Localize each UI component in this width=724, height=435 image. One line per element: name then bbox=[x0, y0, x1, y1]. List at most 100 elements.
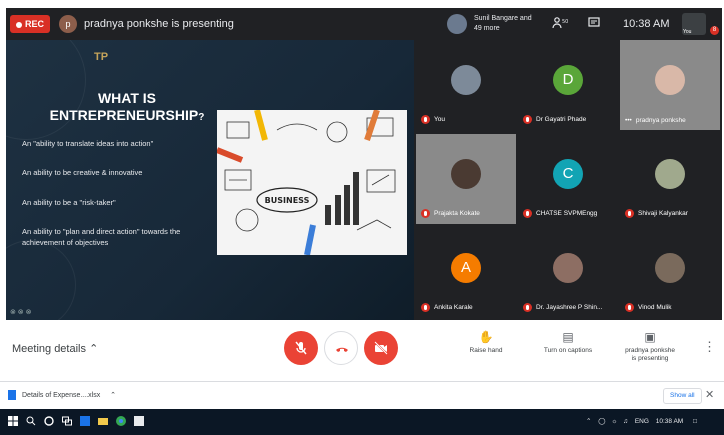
meeting-details-label: Meeting details bbox=[12, 343, 86, 355]
participant-name-wrap: Vinod Mulik bbox=[625, 303, 671, 312]
app-icon[interactable] bbox=[134, 416, 144, 426]
svg-text:50: 50 bbox=[562, 19, 568, 25]
mic-off-icon bbox=[421, 115, 430, 124]
presenting-status: pradnya ponkshe is presenting bbox=[84, 18, 234, 30]
download-item[interactable]: Details of Expense....xlsx ⌃ bbox=[8, 390, 116, 400]
slide-footer: ⊗ ⊗ ⊗ bbox=[10, 309, 32, 316]
participant-avatar: C bbox=[553, 159, 583, 189]
participant-avatar: D bbox=[553, 65, 583, 95]
participant-tile[interactable]: Shivaji Kalyankar bbox=[620, 134, 720, 224]
cortana-icon[interactable] bbox=[44, 416, 54, 426]
speaking-icon: ••• bbox=[625, 117, 632, 124]
participant-tile[interactable]: Prajakta Kokate bbox=[416, 134, 516, 224]
edge-icon[interactable] bbox=[80, 416, 90, 426]
captions-label: Turn on captions bbox=[543, 347, 593, 354]
mic-off-icon bbox=[421, 303, 430, 312]
taskbar-clock[interactable]: 10:38 AM bbox=[656, 418, 683, 425]
chrome-icon[interactable] bbox=[116, 416, 126, 426]
participant-name-wrap: You bbox=[421, 115, 445, 124]
slide-bullet: An ability to be creative & innovative bbox=[22, 168, 143, 177]
more-options-icon[interactable]: ⋮ bbox=[703, 339, 716, 355]
mic-off-icon bbox=[421, 209, 430, 218]
participant-tile[interactable]: A Ankita Karale bbox=[416, 228, 516, 318]
people-summary[interactable]: Sunil Bangare and 49 more bbox=[474, 14, 534, 34]
download-bar: Details of Expense....xlsx ⌃ Show all ✕ bbox=[0, 381, 724, 409]
participant-video bbox=[451, 159, 481, 189]
participants-grid: You D Dr Gayatri Phade ••• pradnya ponksh… bbox=[414, 40, 722, 320]
slide-title-line2-wrap: ENTREPRENEURSHIP? bbox=[32, 107, 222, 126]
participant-name-wrap: ••• pradnya ponkshe bbox=[625, 117, 686, 124]
slide-title-suffix: ? bbox=[198, 112, 205, 123]
participant-tile[interactable]: C CHATSE SVPMEngg bbox=[518, 134, 618, 224]
participant-avatar bbox=[655, 159, 685, 189]
slide-bullet: An ability to be a "risk-taker" bbox=[22, 198, 116, 207]
meeting-clock: 10:38 AM bbox=[623, 18, 670, 30]
wifi-icon[interactable]: ☼ bbox=[611, 418, 617, 425]
self-view-tile[interactable]: You bbox=[682, 13, 706, 35]
leave-call-button[interactable] bbox=[324, 331, 358, 365]
windows-taskbar: ⌃ ◯ ☼ ♫ ENG 10:38 AM □ bbox=[0, 409, 724, 435]
windows-start-icon[interactable] bbox=[8, 416, 18, 426]
slide-title-line1: WHAT IS bbox=[97, 90, 157, 106]
slide-title-line2: ENTREPRENEURSHIP bbox=[49, 107, 199, 123]
captions-button[interactable]: ▤ Turn on captions bbox=[528, 330, 608, 355]
participant-name-wrap: Dr. Jayashree P Shin... bbox=[523, 303, 602, 312]
participant-name: Ankita Karale bbox=[434, 304, 473, 312]
presenter-avatar: p bbox=[59, 15, 77, 33]
notifications-icon[interactable]: □ bbox=[693, 418, 697, 425]
chat-icon[interactable] bbox=[588, 17, 600, 32]
participant-name: pradnya ponkshe bbox=[635, 117, 686, 124]
mic-off-icon bbox=[295, 341, 307, 355]
participant-tile[interactable]: Dr. Jayashree P Shin... bbox=[518, 228, 618, 318]
participant-tile[interactable]: ••• pradnya ponkshe bbox=[620, 40, 720, 130]
presenting-label-2: is presenting bbox=[631, 355, 669, 362]
participant-name: Prajakta Kokate bbox=[434, 210, 480, 218]
participant-name: Dr Gayatri Phade bbox=[536, 116, 587, 124]
participant-avatar: A bbox=[451, 253, 481, 283]
participant-name: Dr. Jayashree P Shin... bbox=[536, 304, 603, 312]
presenting-label-1: pradnya ponkshe bbox=[625, 347, 675, 354]
recording-badge: REC bbox=[10, 15, 51, 33]
participant-name-wrap: Prajakta Kokate bbox=[421, 209, 480, 218]
presentation-slide: TP WHAT IS ENTREPRENEURSHIP? An "ability… bbox=[6, 40, 414, 320]
presenting-button[interactable]: ▣ pradnya ponkshe is presenting bbox=[610, 330, 690, 363]
show-all-button[interactable]: Show all bbox=[663, 388, 702, 404]
notification-badge: 8 bbox=[710, 26, 719, 35]
tray-app-icon[interactable]: ◯ bbox=[598, 418, 605, 425]
mic-off-icon bbox=[523, 303, 532, 312]
hang-up-icon bbox=[336, 347, 348, 352]
participant-name: CHATSE SVPMEngg bbox=[536, 210, 598, 218]
meet-window: REC p pradnya ponkshe is presenting Suni… bbox=[0, 0, 724, 435]
participant-tile[interactable]: Vinod Mulik bbox=[620, 228, 720, 318]
meeting-details-button[interactable]: Meeting details ⌃ bbox=[12, 342, 98, 355]
hand-icon: ✋ bbox=[478, 330, 494, 344]
camera-toggle-button[interactable] bbox=[364, 331, 398, 365]
participant-name-wrap: Shivaji Kalyankar bbox=[625, 209, 688, 218]
slide-title: WHAT IS ENTREPRENEURSHIP? bbox=[32, 90, 222, 126]
people-avatar[interactable] bbox=[447, 14, 467, 34]
participant-name-wrap: Dr Gayatri Phade bbox=[523, 115, 586, 124]
chevron-up-icon[interactable]: ⌃ bbox=[110, 392, 116, 399]
participant-tile[interactable]: D Dr Gayatri Phade bbox=[518, 40, 618, 130]
mic-toggle-button[interactable] bbox=[284, 331, 318, 365]
file-explorer-icon[interactable] bbox=[98, 416, 108, 426]
captions-icon: ▤ bbox=[562, 330, 574, 344]
participant-name: Vinod Mulik bbox=[638, 304, 672, 312]
top-bar: REC p pradnya ponkshe is presenting Suni… bbox=[6, 8, 722, 40]
participant-avatar bbox=[655, 253, 685, 283]
self-view-label: You bbox=[683, 29, 692, 35]
language-indicator[interactable]: ENG bbox=[635, 418, 649, 425]
search-icon[interactable] bbox=[26, 416, 36, 426]
close-icon[interactable]: ✕ bbox=[705, 388, 714, 401]
tray-chevron-icon[interactable]: ⌃ bbox=[586, 418, 591, 425]
slide-bullet: An "ability to translate ideas into acti… bbox=[22, 139, 154, 148]
download-file-name: Details of Expense....xlsx bbox=[22, 391, 101, 399]
volume-icon[interactable]: ♫ bbox=[623, 418, 628, 425]
raise-hand-button[interactable]: ✋ Raise hand bbox=[446, 330, 526, 355]
slide-logo: TP bbox=[94, 51, 109, 63]
record-dot-icon bbox=[16, 21, 22, 28]
system-tray[interactable]: ⌃ ◯ ☼ ♫ ENG 10:38 AM □ bbox=[586, 417, 697, 425]
participant-tile[interactable]: You bbox=[416, 40, 516, 130]
people-icon[interactable]: 50 bbox=[552, 17, 568, 32]
task-view-icon[interactable] bbox=[62, 416, 72, 426]
